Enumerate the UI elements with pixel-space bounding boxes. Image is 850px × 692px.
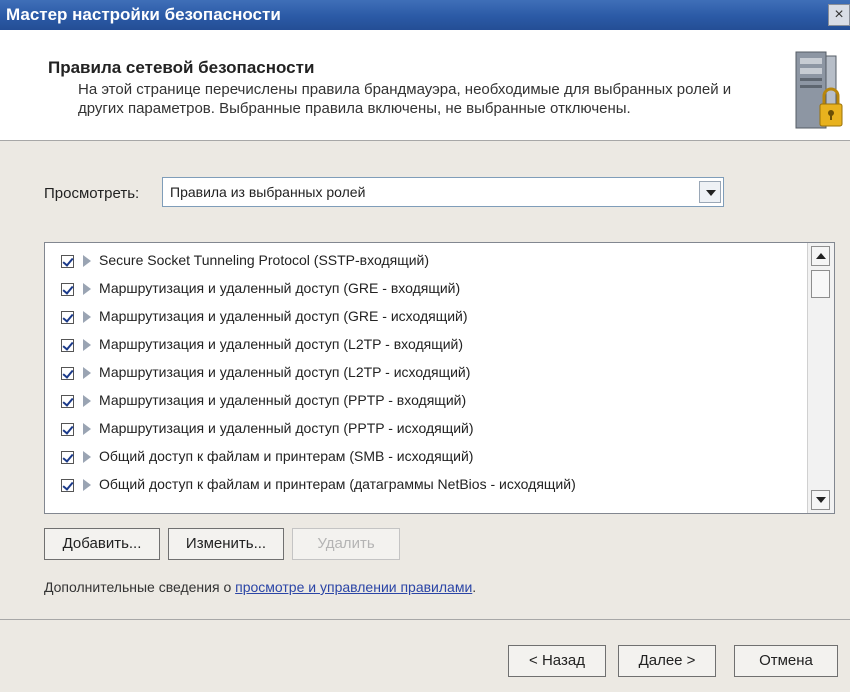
more-info-text: Дополнительные сведения о просмотре и уп… xyxy=(44,579,476,595)
rule-label: Маршрутизация и удаленный доступ (GRE - … xyxy=(99,280,461,296)
manage-rules-link[interactable]: просмотре и управлении правилами xyxy=(235,579,472,595)
rule-checkbox[interactable] xyxy=(61,395,74,408)
add-button[interactable]: Добавить... xyxy=(44,528,160,560)
chevron-down-icon[interactable] xyxy=(699,181,721,203)
rule-arrow-icon xyxy=(83,451,91,463)
rule-checkbox[interactable] xyxy=(61,451,74,464)
list-item[interactable]: Маршрутизация и удаленный доступ (GRE - … xyxy=(45,303,805,331)
scroll-thumb[interactable] xyxy=(811,270,830,298)
rule-checkbox[interactable] xyxy=(61,423,74,436)
window-title: Мастер настройки безопасности xyxy=(6,5,281,24)
rule-label: Маршрутизация и удаленный доступ (PPTP -… xyxy=(99,392,467,408)
list-item[interactable]: Общий доступ к файлам и принтерам (SMB -… xyxy=(45,443,805,471)
rule-arrow-icon xyxy=(83,367,91,379)
rule-label: Маршрутизация и удаленный доступ (GRE - … xyxy=(99,308,468,324)
rule-checkbox[interactable] xyxy=(61,339,74,352)
rule-label: Маршрутизация и удаленный доступ (PPTP -… xyxy=(99,420,474,436)
list-item[interactable]: Маршрутизация и удаленный доступ (L2TP -… xyxy=(45,359,805,387)
rule-label: Маршрутизация и удаленный доступ (L2TP -… xyxy=(99,364,471,380)
edit-button[interactable]: Изменить... xyxy=(168,528,284,560)
rule-arrow-icon xyxy=(83,395,91,407)
close-button[interactable]: × xyxy=(828,4,850,26)
list-item[interactable]: Общий доступ к файлам и принтерам (датаг… xyxy=(45,471,805,499)
rules-scrollbar[interactable] xyxy=(807,243,834,513)
list-item[interactable]: Маршрутизация и удаленный доступ (L2TP -… xyxy=(45,331,805,359)
wizard-body: Просмотреть: Правила из выбранных ролей … xyxy=(0,141,850,619)
rule-label: Secure Socket Tunneling Protocol (SSTP-в… xyxy=(99,252,430,268)
page-title: Правила сетевой безопасности xyxy=(48,58,315,77)
security-wizard-window: Мастер настройки безопасности × Правила … xyxy=(0,0,850,692)
rule-label: Маршрутизация и удаленный доступ (L2TP -… xyxy=(99,336,464,352)
close-icon: × xyxy=(834,6,844,23)
rule-checkbox[interactable] xyxy=(61,367,74,380)
rule-checkbox[interactable] xyxy=(61,283,74,296)
rule-arrow-icon xyxy=(83,283,91,295)
scroll-up-icon[interactable] xyxy=(811,246,830,266)
view-dropdown-value: Правила из выбранных ролей xyxy=(170,184,366,200)
rule-arrow-icon xyxy=(83,479,91,491)
wizard-footer: < Назад Далее > Отмена xyxy=(0,619,850,692)
more-info-prefix: Дополнительные сведения о xyxy=(44,579,236,595)
page-description: На этой странице перечислены правила бра… xyxy=(78,81,732,117)
rule-arrow-icon xyxy=(83,339,91,351)
list-item[interactable]: Secure Socket Tunneling Protocol (SSTP-в… xyxy=(45,247,805,275)
rules-list[interactable]: Secure Socket Tunneling Protocol (SSTP-в… xyxy=(44,242,835,514)
rule-arrow-icon xyxy=(83,255,91,267)
back-button[interactable]: < Назад xyxy=(508,645,606,677)
server-lock-icon xyxy=(795,51,843,129)
rule-checkbox[interactable] xyxy=(61,255,74,268)
list-item[interactable]: Маршрутизация и удаленный доступ (GRE - … xyxy=(45,275,805,303)
view-dropdown[interactable]: Правила из выбранных ролей xyxy=(162,177,724,207)
rule-checkbox[interactable] xyxy=(61,311,74,324)
rule-checkbox[interactable] xyxy=(61,479,74,492)
cancel-button[interactable]: Отмена xyxy=(734,645,838,677)
next-button[interactable]: Далее > xyxy=(618,645,716,677)
rule-arrow-icon xyxy=(83,311,91,323)
title-bar[interactable]: Мастер настройки безопасности × xyxy=(0,0,850,30)
rule-label: Общий доступ к файлам и принтерам (датаг… xyxy=(99,476,576,492)
list-item[interactable]: Маршрутизация и удаленный доступ (PPTP -… xyxy=(45,415,805,443)
wizard-header: Правила сетевой безопасности На этой стр… xyxy=(0,30,850,141)
delete-button[interactable]: Удалить xyxy=(292,528,400,560)
rule-label: Общий доступ к файлам и принтерам (SMB -… xyxy=(99,448,474,464)
list-item[interactable]: Маршрутизация и удаленный доступ (PPTP -… xyxy=(45,387,805,415)
view-label: Просмотреть: xyxy=(44,185,140,202)
scroll-down-icon[interactable] xyxy=(811,490,830,510)
more-info-suffix: . xyxy=(472,579,477,595)
rule-arrow-icon xyxy=(83,423,91,435)
